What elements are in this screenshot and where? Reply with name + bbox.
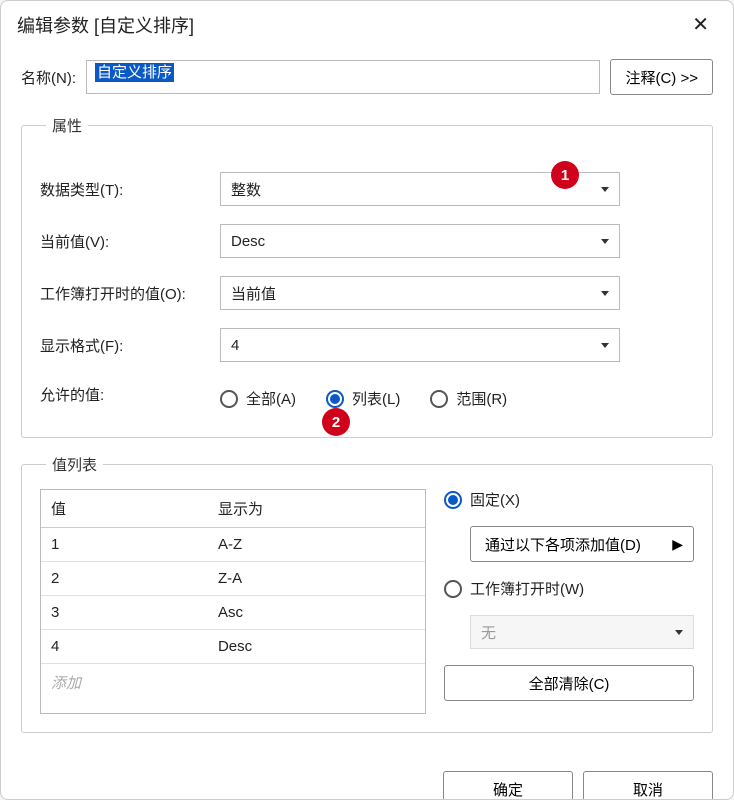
cell-display: Desc bbox=[208, 630, 425, 664]
add-from-button[interactable]: 通过以下各项添加值(D) ▶ bbox=[470, 526, 694, 562]
clear-all-button[interactable]: 全部清除(C) bbox=[444, 665, 694, 701]
allowed-range-radio[interactable]: 范围(R) bbox=[430, 388, 507, 409]
radio-icon bbox=[326, 390, 344, 408]
cell-value: 4 bbox=[41, 630, 208, 664]
data-type-select[interactable]: 整数 1 bbox=[220, 172, 620, 206]
cell-display: Z-A bbox=[208, 562, 425, 596]
properties-legend: 属性 bbox=[46, 115, 88, 136]
properties-group: 属性 数据类型(T): 整数 1 当前值(V): Desc 工作簿打开时的值(O… bbox=[21, 115, 713, 438]
current-value: Desc bbox=[231, 233, 265, 250]
add-from-label: 通过以下各项添加值(D) bbox=[485, 534, 641, 555]
when-open-value: 无 bbox=[481, 622, 496, 643]
value-table-scroll[interactable]: 值 显示为 1 A-Z 2 bbox=[41, 490, 425, 713]
display-format-select[interactable]: 4 bbox=[220, 328, 620, 362]
name-input-value: 自定义排序 bbox=[95, 63, 174, 82]
allowed-range-label: 范围(R) bbox=[456, 388, 507, 409]
radio-icon bbox=[444, 580, 462, 598]
titlebar: 编辑参数 [自定义排序] ✕ bbox=[1, 1, 733, 49]
table-row[interactable]: 2 Z-A bbox=[41, 562, 425, 596]
when-open-label: 工作簿打开时(W) bbox=[470, 578, 584, 599]
allowed-all-radio[interactable]: 全部(A) bbox=[220, 388, 296, 409]
allowed-list-label: 列表(L) bbox=[352, 388, 400, 409]
display-format-value: 4 bbox=[231, 337, 239, 354]
cell-display: A-Z bbox=[208, 528, 425, 562]
open-value-select[interactable]: 当前值 bbox=[220, 276, 620, 310]
name-label: 名称(N): bbox=[21, 67, 76, 88]
cancel-button[interactable]: 取消 bbox=[583, 771, 713, 800]
open-value: 当前值 bbox=[231, 283, 276, 304]
fixed-label: 固定(X) bbox=[470, 489, 520, 510]
allowed-list-radio[interactable]: 列表(L) 2 bbox=[326, 388, 400, 409]
annotation-1: 1 bbox=[551, 161, 579, 189]
edit-parameter-dialog: 编辑参数 [自定义排序] ✕ 名称(N): 自定义排序 注释(C) >> 属性 … bbox=[0, 0, 734, 800]
col-value-header[interactable]: 值 bbox=[41, 490, 208, 528]
annotation-2: 2 bbox=[322, 408, 350, 436]
table-add-row[interactable]: 添加 bbox=[41, 664, 425, 702]
current-value-select[interactable]: Desc bbox=[220, 224, 620, 258]
close-icon[interactable]: ✕ bbox=[684, 11, 717, 39]
data-type-label: 数据类型(T): bbox=[40, 179, 210, 200]
value-list-legend: 值列表 bbox=[46, 454, 103, 475]
name-input[interactable]: 自定义排序 bbox=[86, 60, 600, 94]
value-table: 值 显示为 1 A-Z 2 bbox=[40, 489, 426, 714]
table-row[interactable]: 3 Asc bbox=[41, 596, 425, 630]
cell-value: 1 bbox=[41, 528, 208, 562]
fixed-radio[interactable]: 固定(X) bbox=[444, 489, 694, 510]
cell-value: 3 bbox=[41, 596, 208, 630]
when-open-select: 无 bbox=[470, 615, 694, 649]
allowed-label: 允许的值: bbox=[40, 384, 210, 405]
radio-icon bbox=[220, 390, 238, 408]
dialog-title: 编辑参数 [自定义排序] bbox=[17, 12, 194, 38]
table-row[interactable]: 4 Desc bbox=[41, 630, 425, 664]
data-type-value: 整数 bbox=[231, 179, 261, 200]
allowed-all-label: 全部(A) bbox=[246, 388, 296, 409]
add-row-label: 添加 bbox=[41, 664, 208, 702]
table-row[interactable]: 1 A-Z bbox=[41, 528, 425, 562]
ok-button[interactable]: 确定 bbox=[443, 771, 573, 800]
radio-icon bbox=[430, 390, 448, 408]
annotations-button[interactable]: 注释(C) >> bbox=[610, 59, 713, 95]
cell-value: 2 bbox=[41, 562, 208, 596]
col-display-header[interactable]: 显示为 bbox=[208, 490, 425, 528]
current-value-label: 当前值(V): bbox=[40, 231, 210, 252]
cell-display: Asc bbox=[208, 596, 425, 630]
display-format-label: 显示格式(F): bbox=[40, 335, 210, 356]
chevron-right-icon: ▶ bbox=[672, 536, 683, 553]
value-list-group: 值列表 值 显示为 bbox=[21, 454, 713, 733]
radio-icon bbox=[444, 491, 462, 509]
open-value-label: 工作簿打开时的值(O): bbox=[40, 283, 210, 304]
when-open-radio[interactable]: 工作簿打开时(W) bbox=[444, 578, 694, 599]
